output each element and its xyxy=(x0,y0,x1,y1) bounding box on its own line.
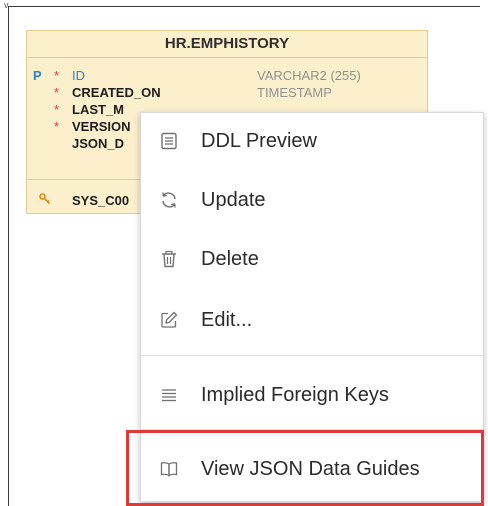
menu-item-edit[interactable]: Edit... xyxy=(141,298,483,342)
column-name: VERSION xyxy=(72,119,131,134)
required-marker: * xyxy=(54,119,60,134)
menu-item-label: DDL Preview xyxy=(201,129,317,152)
column-name: LAST_M xyxy=(72,102,124,117)
edit-icon xyxy=(159,310,179,330)
refresh-icon xyxy=(159,190,179,210)
menu-item-ddl-preview[interactable]: DDL Preview xyxy=(141,119,483,163)
menu-item-update[interactable]: Update xyxy=(141,178,483,222)
entity-name: EMPHISTORY xyxy=(190,35,290,52)
index-name: SYS_C00 xyxy=(72,193,130,208)
column-type: TIMESTAMP xyxy=(257,85,332,100)
primary-key-marker: P xyxy=(33,68,42,83)
frame-border-top xyxy=(8,6,480,7)
ddl-preview-icon xyxy=(159,131,179,151)
column-name: CREATED_ON xyxy=(72,85,161,100)
column-type: VARCHAR2 (255) xyxy=(257,68,361,83)
menu-separator xyxy=(141,355,483,356)
menu-item-label: Implied Foreign Keys xyxy=(201,383,389,406)
menu-item-delete[interactable]: Delete xyxy=(141,237,483,281)
required-marker: * xyxy=(54,68,60,83)
column-name: JSON_D xyxy=(72,136,125,151)
menu-item-label: Edit... xyxy=(201,308,253,331)
column-name: ID xyxy=(72,68,85,83)
entity-schema: HR. xyxy=(164,35,191,52)
frame-border-left xyxy=(8,6,9,506)
trash-icon xyxy=(159,249,179,269)
menu-item-implied-foreign-keys[interactable]: Implied Foreign Keys xyxy=(141,373,483,417)
lines-icon xyxy=(159,385,179,405)
highlight-box xyxy=(126,430,484,506)
entity-title: HR.EMPHISTORY xyxy=(27,31,427,58)
key-icon xyxy=(39,193,51,209)
required-marker: * xyxy=(54,102,60,117)
required-marker: * xyxy=(54,85,60,100)
menu-item-label: Update xyxy=(201,188,266,211)
menu-item-label: Delete xyxy=(201,247,259,270)
